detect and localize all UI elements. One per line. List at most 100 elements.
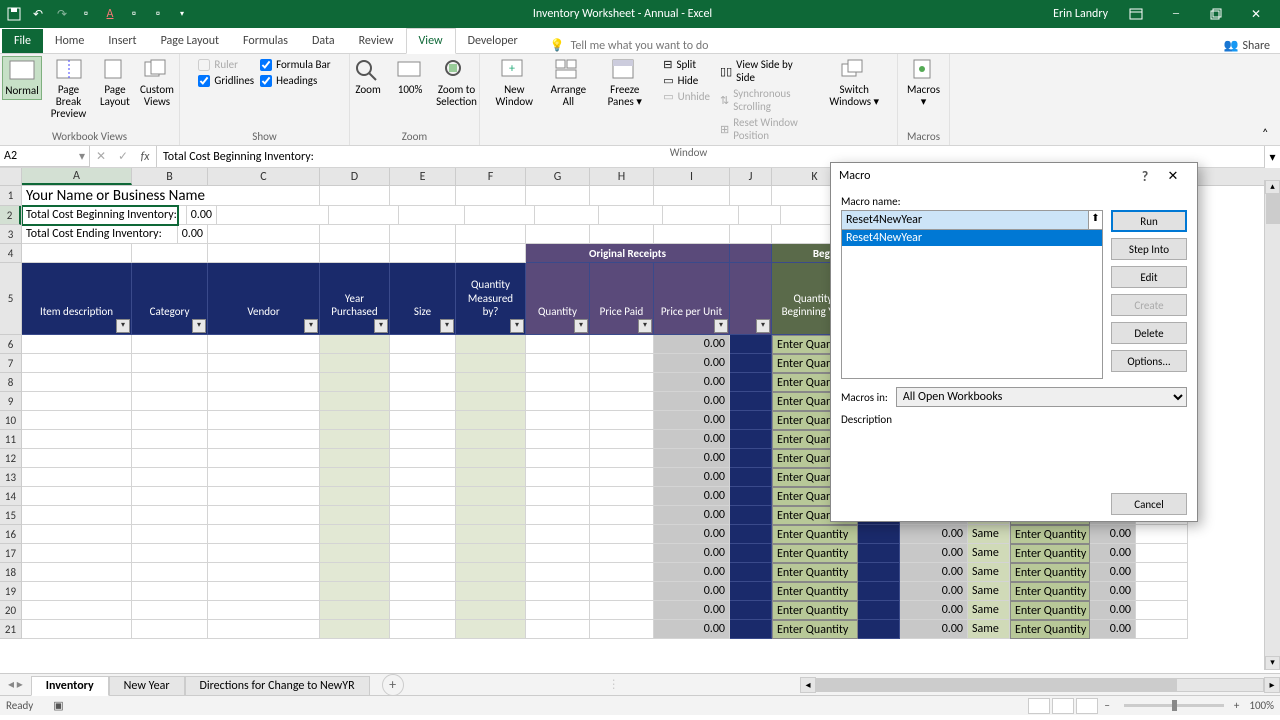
tab-data[interactable]: Data	[300, 29, 347, 53]
undo-icon[interactable]: ↶	[28, 4, 48, 24]
scroll-left-icon[interactable]: ◂	[800, 677, 816, 693]
column-header[interactable]: G	[526, 168, 590, 185]
column-header[interactable]: C	[208, 168, 320, 185]
row-header[interactable]: 5	[0, 263, 21, 335]
zoom-in-icon[interactable]: +	[1234, 699, 1239, 712]
maximize-icon[interactable]	[1196, 0, 1236, 28]
macro-name-input[interactable]	[841, 210, 1089, 230]
row-header[interactable]: 15	[0, 506, 21, 525]
zoom-100-button[interactable]: 100%	[390, 56, 430, 98]
filter-icon[interactable]: ▾	[574, 319, 588, 333]
row-header[interactable]: 9	[0, 392, 21, 411]
filter-icon[interactable]: ▾	[510, 319, 524, 333]
fx-icon[interactable]: fx	[134, 150, 156, 164]
filter-icon[interactable]: ▾	[756, 319, 770, 333]
page-break-view-icon[interactable]	[1076, 698, 1098, 714]
formula-bar-checkbox[interactable]: Formula Bar	[260, 58, 330, 71]
new-window-button[interactable]: +New Window	[486, 56, 543, 110]
row-header[interactable]: 11	[0, 430, 21, 449]
filter-icon[interactable]: ▾	[440, 319, 454, 333]
ruler-checkbox[interactable]: Ruler	[198, 58, 254, 71]
dialog-title-bar[interactable]: Macro ? ✕	[831, 163, 1197, 189]
row-header[interactable]: 3	[0, 225, 21, 244]
row-header[interactable]: 10	[0, 411, 21, 430]
vertical-scrollbar[interactable]: ▴ ▾	[1264, 180, 1280, 670]
step-into-button[interactable]: Step Into	[1111, 238, 1187, 260]
row-header[interactable]: 16	[0, 525, 21, 544]
sheet-tab-inventory[interactable]: Inventory	[31, 676, 109, 696]
gridlines-checkbox[interactable]: Gridlines	[198, 74, 254, 87]
qat-more-icon[interactable]: ▾	[172, 4, 192, 24]
zoom-out-icon[interactable]: −	[1104, 699, 1109, 712]
qat-icon[interactable]: A	[100, 4, 120, 24]
user-name[interactable]: Erin Landry	[1053, 7, 1108, 21]
column-header[interactable]: A	[22, 168, 132, 185]
options-button[interactable]: Options...	[1111, 350, 1187, 372]
ref-icon[interactable]: ⬆	[1088, 210, 1103, 230]
row-header[interactable]: 7	[0, 354, 21, 373]
scroll-up-icon[interactable]: ▴	[1265, 180, 1280, 194]
sync-scroll-button[interactable]: ⇅ Synchronous Scrolling	[720, 87, 813, 113]
edit-button[interactable]: Edit	[1111, 266, 1187, 288]
scroll-right-icon[interactable]: ▸	[1264, 677, 1280, 693]
macros-button[interactable]: Macros ▾	[903, 56, 944, 110]
row-header[interactable]: 4	[0, 244, 21, 263]
filter-icon[interactable]: ▾	[638, 319, 652, 333]
filter-icon[interactable]: ▾	[192, 319, 206, 333]
delete-button[interactable]: Delete	[1111, 322, 1187, 344]
cancel-button[interactable]: Cancel	[1111, 493, 1187, 515]
column-header[interactable]: J	[730, 168, 772, 185]
qat-icon[interactable]: ▫	[124, 4, 144, 24]
page-break-button[interactable]: Page Break Preview	[44, 56, 93, 122]
row-header[interactable]: 8	[0, 373, 21, 392]
filter-icon[interactable]: ▾	[374, 319, 388, 333]
redo-icon[interactable]: ↷	[52, 4, 72, 24]
cancel-formula-icon[interactable]: ✕	[90, 149, 112, 164]
side-by-side-button[interactable]: ▯▯ View Side by Side	[720, 58, 813, 84]
tab-insert[interactable]: Insert	[96, 29, 148, 53]
hide-button[interactable]: ▭ Hide	[663, 74, 710, 87]
sheet-tab-new-year[interactable]: New Year	[109, 676, 185, 695]
column-header[interactable]: F	[456, 168, 526, 185]
zoom-level[interactable]: 100%	[1249, 699, 1274, 712]
column-header[interactable]: I	[654, 168, 730, 185]
zoom-slider[interactable]	[1124, 704, 1224, 707]
row-header[interactable]: 20	[0, 601, 21, 620]
sheet-tab-directions[interactable]: Directions for Change to NewYR	[185, 676, 370, 695]
column-header[interactable]: E	[390, 168, 456, 185]
row-header[interactable]: 13	[0, 468, 21, 487]
row-header[interactable]: 12	[0, 449, 21, 468]
macro-record-icon[interactable]: ▣	[53, 699, 63, 712]
reset-position-button[interactable]: ⊞ Reset Window Position	[720, 116, 813, 142]
macro-list-item[interactable]: Reset4NewYear	[842, 230, 1102, 246]
arrange-all-button[interactable]: Arrange All	[545, 56, 593, 110]
normal-view-button[interactable]: Normal	[2, 56, 42, 100]
tab-view[interactable]: View	[406, 28, 456, 54]
tab-developer[interactable]: Developer	[456, 29, 530, 53]
column-header[interactable]: B	[132, 168, 208, 185]
chevron-down-icon[interactable]: ▾	[79, 149, 85, 164]
row-header[interactable]: 14	[0, 487, 21, 506]
scroll-down-icon[interactable]: ▾	[1265, 656, 1280, 670]
macro-list[interactable]: Reset4NewYear	[841, 229, 1103, 379]
filter-icon[interactable]: ▾	[304, 319, 318, 333]
close-icon[interactable]: ✕	[1236, 0, 1276, 28]
switch-windows-button[interactable]: Switch Windows ▾	[817, 56, 891, 110]
page-layout-view-icon[interactable]	[1052, 698, 1074, 714]
tab-home[interactable]: Home	[43, 29, 96, 53]
row-header[interactable]: 2	[0, 206, 21, 225]
tell-me[interactable]: 💡 Tell me what you want to do	[550, 38, 709, 53]
macros-in-select[interactable]: All Open Workbooks	[896, 387, 1187, 407]
share-button[interactable]: 👥 Share	[1223, 38, 1270, 53]
scroll-thumb[interactable]	[1266, 194, 1280, 224]
row-header[interactable]: 19	[0, 582, 21, 601]
row-header[interactable]: 21	[0, 620, 21, 639]
save-icon[interactable]	[4, 4, 24, 24]
horizontal-scrollbar[interactable]: ◂ ▸	[800, 677, 1280, 693]
help-icon[interactable]: ?	[1133, 168, 1157, 185]
sheet-nav[interactable]: ◂ ▸	[0, 677, 31, 692]
tab-file[interactable]: File	[2, 29, 43, 53]
custom-views-button[interactable]: Custom Views	[137, 56, 177, 110]
headings-checkbox[interactable]: Headings	[260, 74, 330, 87]
expand-formula-bar-icon[interactable]: ▾	[1264, 146, 1280, 168]
